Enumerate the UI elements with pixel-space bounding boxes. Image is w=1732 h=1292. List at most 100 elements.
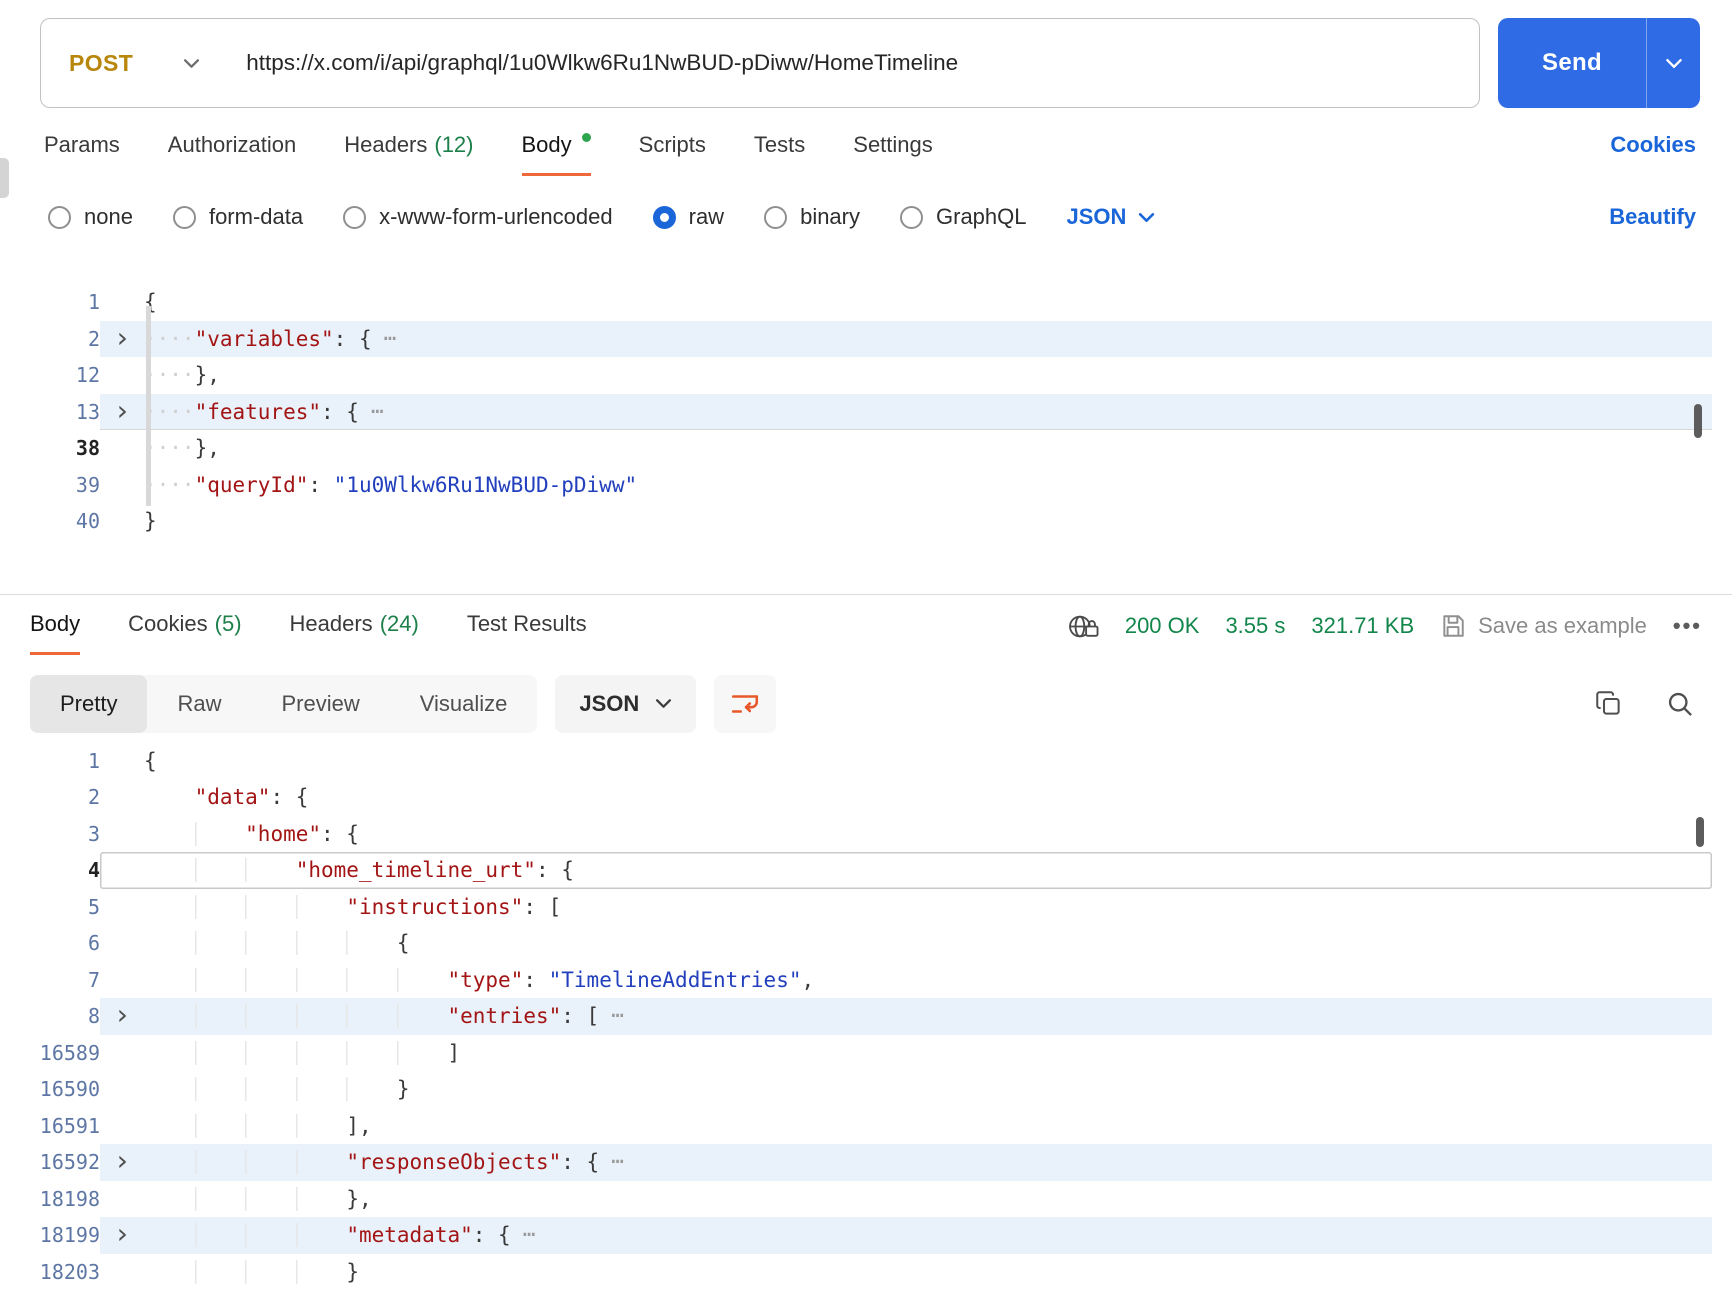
- cookies-link[interactable]: Cookies: [1610, 132, 1696, 176]
- code-line-8: 8 › "entries": […: [0, 998, 1732, 1035]
- response-editor-scrollbar[interactable]: [1696, 816, 1704, 847]
- code-line-12: 12 ····},: [0, 357, 1732, 394]
- code-text: "home_timeline_urt": {: [144, 852, 1712, 889]
- tab-body[interactable]: Body: [522, 132, 591, 176]
- indent-guide: [195, 1223, 246, 1247]
- json-punctuation: : {: [333, 326, 372, 351]
- tab-scripts[interactable]: Scripts: [639, 132, 706, 176]
- json-punctuation: : {: [270, 785, 309, 809]
- fold-gutter: [100, 430, 144, 467]
- tab-headers[interactable]: Headers (12): [344, 132, 473, 176]
- indent-guide: [195, 1187, 246, 1211]
- url-input[interactable]: [246, 50, 1451, 76]
- code-line-body: › "entries": […: [100, 998, 1712, 1035]
- body-type-x-www-form-urlencoded[interactable]: x-www-form-urlencoded: [343, 204, 613, 230]
- fold-gutter: [100, 1071, 144, 1108]
- send-button[interactable]: Send: [1498, 18, 1700, 108]
- send-options-caret[interactable]: [1646, 18, 1700, 108]
- view-tab-pretty[interactable]: Pretty: [30, 674, 148, 733]
- json-string: "1u0Wlkw6Ru1NwBUD-pDiww": [333, 472, 638, 497]
- indent-guide: [144, 895, 195, 919]
- api-client-app: POST Send Params Authorization Headers(12)…: [0, 0, 1732, 1290]
- body-type-form-data[interactable]: form-data: [172, 204, 303, 230]
- tab-tests[interactable]: Tests: [754, 132, 805, 176]
- tab-label: Body: [30, 610, 81, 636]
- indent-guide: [397, 1041, 448, 1065]
- fold-gutter: [100, 852, 144, 889]
- code-text: }: [144, 503, 1712, 540]
- fold-chevron-icon[interactable]: ›: [100, 1217, 144, 1254]
- view-tab-raw[interactable]: Raw: [147, 675, 251, 733]
- json-key: "entries": [447, 1004, 562, 1028]
- code-line-body: ····},: [100, 357, 1712, 394]
- indent-guide: [144, 785, 195, 809]
- response-format-select[interactable]: JSON: [555, 674, 697, 733]
- view-tab-preview[interactable]: Preview: [251, 675, 389, 733]
- response-tab-test-results[interactable]: Test Results: [467, 611, 587, 655]
- send-button-label[interactable]: Send: [1498, 18, 1646, 108]
- code-text: }: [144, 1071, 1712, 1108]
- fold-chevron-icon[interactable]: ›: [100, 321, 144, 358]
- fold-chevron-icon[interactable]: ›: [100, 1144, 144, 1181]
- line-number: 1: [87, 290, 100, 314]
- line-number: 4: [87, 858, 100, 882]
- body-type-raw[interactable]: raw: [652, 204, 724, 230]
- network-globe-lock-icon: [1067, 613, 1099, 640]
- json-key: "data": [194, 785, 271, 809]
- indent-guide: [296, 1150, 347, 1174]
- indent-guide: [195, 1004, 246, 1028]
- response-tab-body[interactable]: Body: [30, 611, 80, 655]
- json-key: "metadata": [346, 1223, 473, 1247]
- code-line-13: 13 › ····"features": {…: [0, 393, 1732, 430]
- response-time: 3.55 s: [1225, 613, 1286, 638]
- indent-guide: [296, 1077, 347, 1101]
- view-tab-visualize[interactable]: Visualize: [390, 675, 538, 733]
- copy-response-button[interactable]: [1595, 690, 1622, 717]
- tab-label: Authorization: [167, 132, 297, 157]
- response-tab-cookies[interactable]: Cookies (5): [128, 611, 241, 655]
- tab-settings[interactable]: Settings: [853, 132, 933, 176]
- line-number: 12: [75, 363, 100, 387]
- response-editor-lines: 1{2 "data": {3 "home": {4 "home_timeline…: [0, 743, 1732, 1291]
- request-editor-scrollbar[interactable]: [1694, 404, 1702, 438]
- line-number: 16590: [39, 1077, 100, 1101]
- indent-guide: [144, 1041, 195, 1065]
- body-type-binary[interactable]: binary: [764, 204, 860, 230]
- json-key: "responseObjects": [346, 1150, 562, 1174]
- fold-gutter: [100, 925, 144, 962]
- response-tab-headers[interactable]: Headers (24): [290, 611, 419, 655]
- beautify-link[interactable]: Beautify: [1609, 204, 1696, 230]
- indent-guide: [346, 1004, 397, 1028]
- json-punctuation: : {: [321, 399, 359, 424]
- fold-chevron-icon[interactable]: ›: [100, 394, 144, 430]
- code-line-body: }: [100, 1254, 1712, 1291]
- search-response-button[interactable]: [1666, 690, 1694, 718]
- tab-label: Tests: [753, 132, 806, 157]
- line-number: 5: [87, 894, 100, 919]
- tab-params[interactable]: Params: [44, 132, 120, 176]
- fold-ellipsis: …: [522, 1217, 537, 1241]
- code-line-16591: 16591 ],: [0, 1108, 1732, 1145]
- wrap-lines-button[interactable]: [714, 674, 777, 733]
- indent-guide: [245, 968, 296, 992]
- body-format-label: JSON: [1066, 204, 1127, 229]
- body-type-graphql[interactable]: GraphQL: [900, 204, 1027, 230]
- body-type-none[interactable]: none: [48, 204, 133, 230]
- code-line-18203: 18203 }: [0, 1254, 1732, 1291]
- indent-guide: [296, 1041, 347, 1065]
- whitespace-dots: ····: [144, 363, 195, 387]
- more-options-button[interactable]: •••: [1673, 613, 1702, 639]
- code-line-body: "home": {: [100, 816, 1712, 853]
- indent-guide: [245, 1041, 296, 1065]
- fold-chevron-icon[interactable]: ›: [100, 998, 144, 1035]
- save-as-example-button[interactable]: Save as example: [1440, 613, 1647, 639]
- response-body-editor: 1{2 "data": {3 "home": {4 "home_timeline…: [0, 743, 1732, 1291]
- method-selector[interactable]: POST: [69, 50, 200, 77]
- radio-unselected-icon: [172, 205, 196, 229]
- view-tabs: Pretty Raw Preview Visualize: [30, 674, 538, 733]
- body-format-select[interactable]: JSON: [1067, 204, 1156, 230]
- tab-count: (5): [214, 610, 242, 636]
- indent-guide: [195, 1260, 246, 1284]
- tab-authorization[interactable]: Authorization: [168, 132, 296, 176]
- json-punctuation: ]: [447, 1040, 461, 1065]
